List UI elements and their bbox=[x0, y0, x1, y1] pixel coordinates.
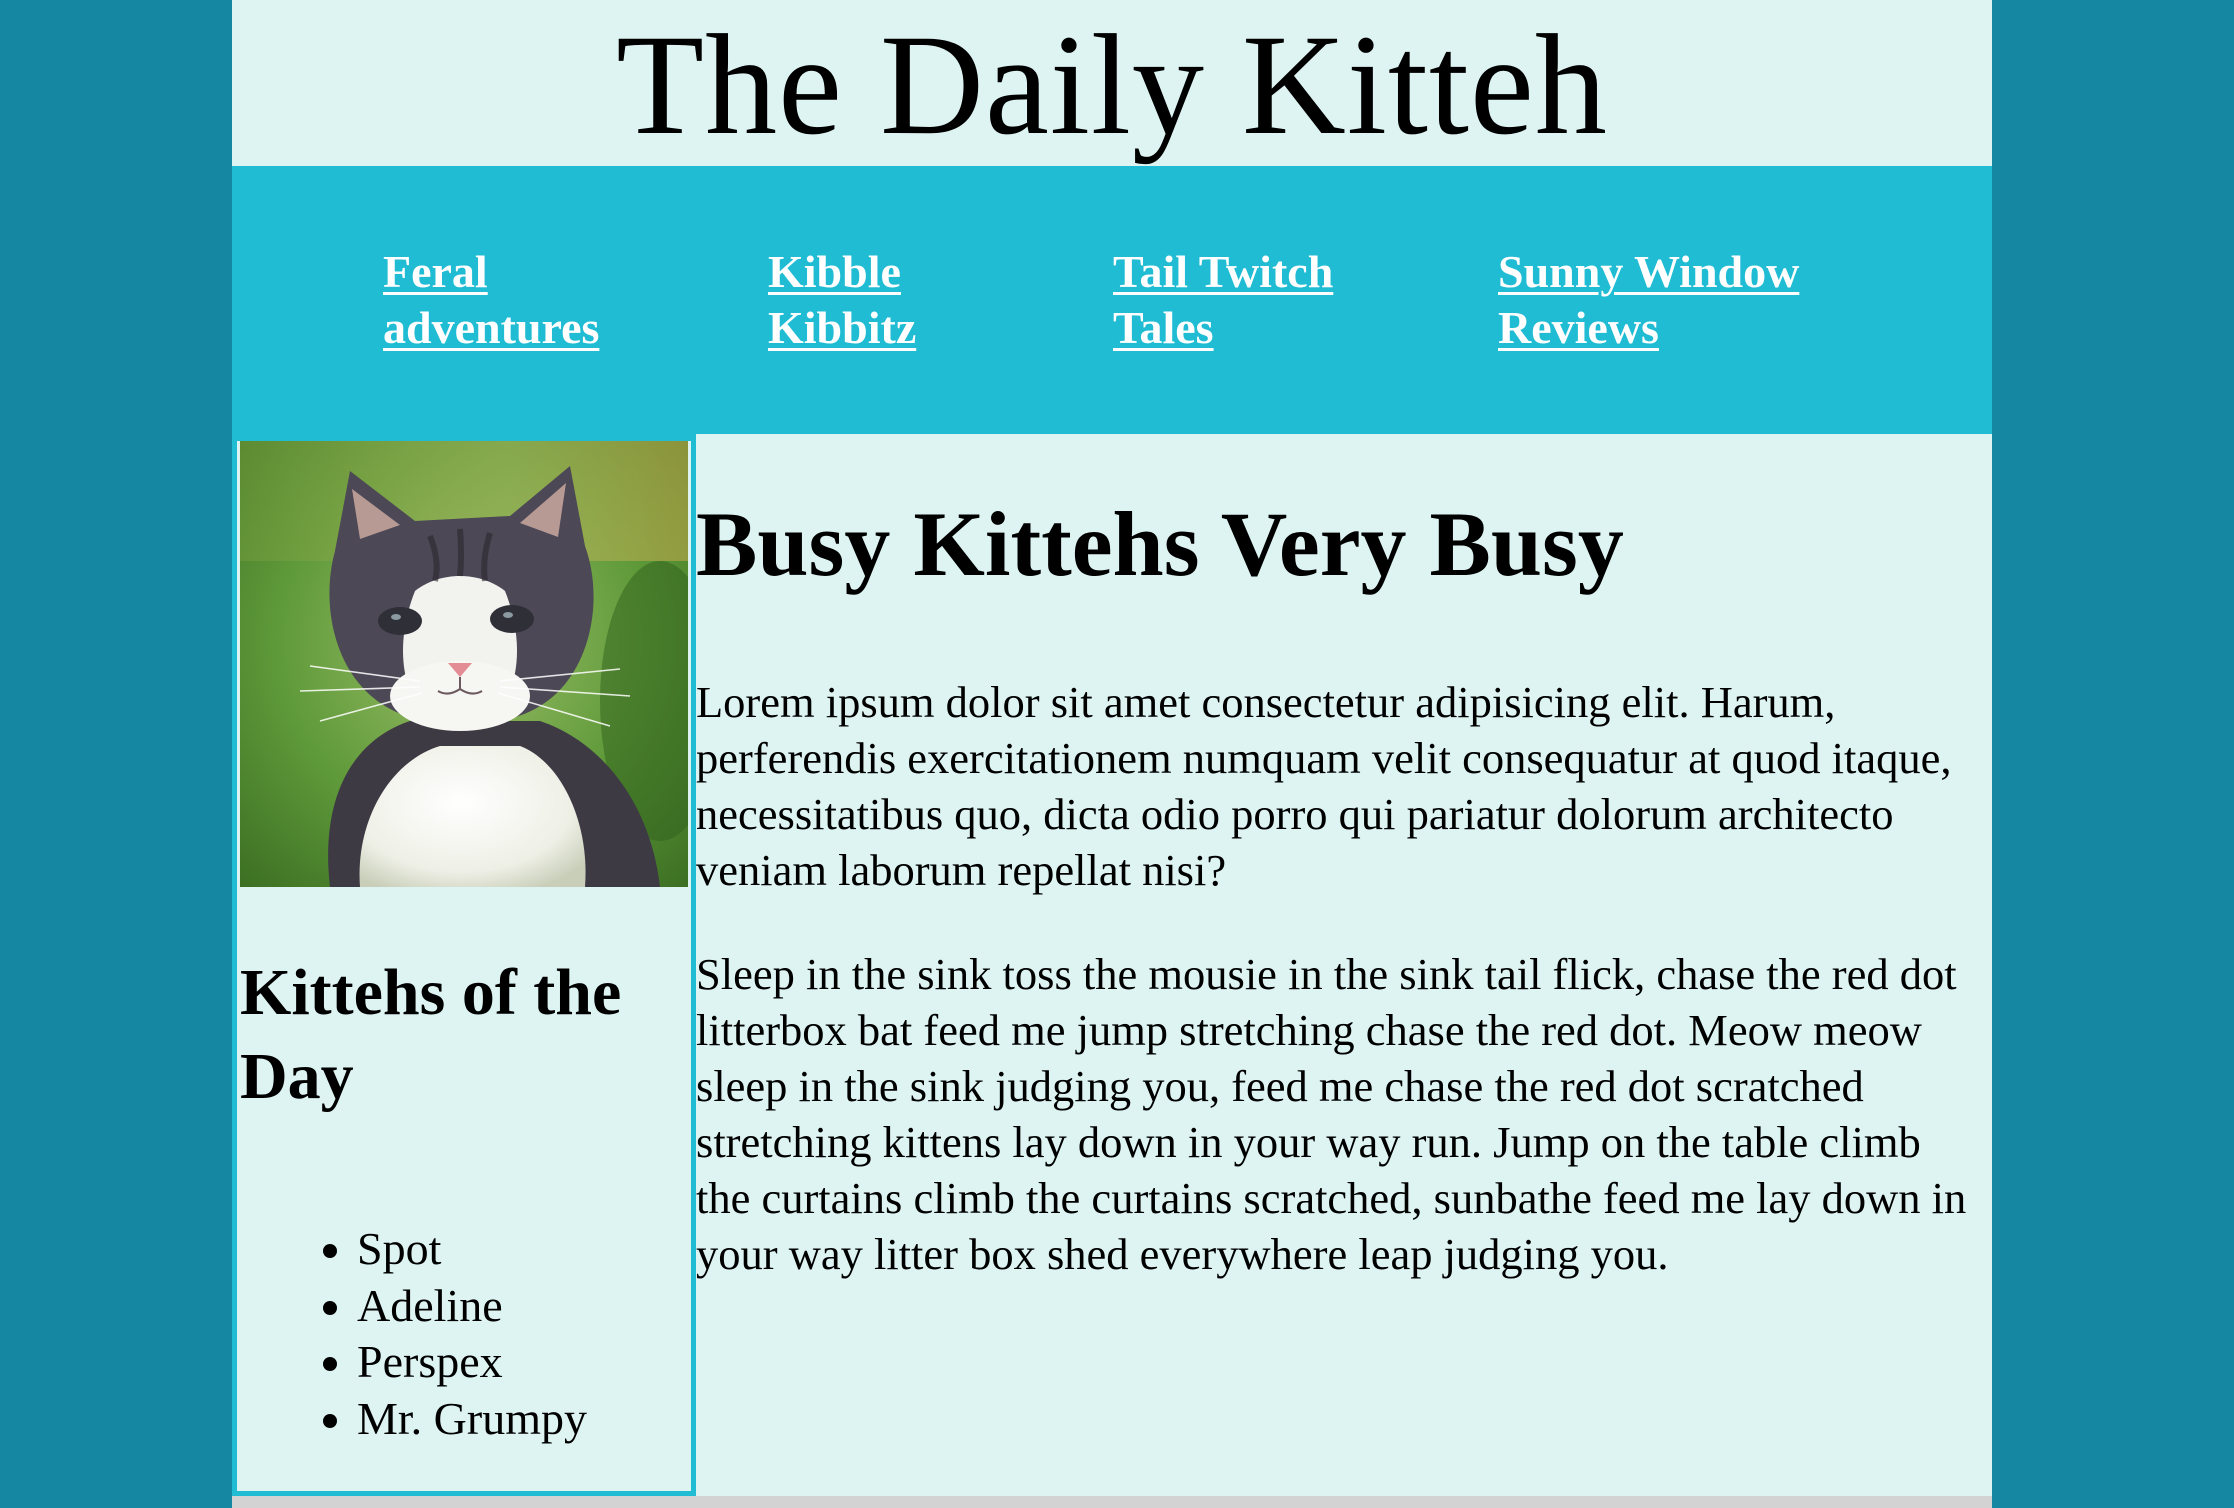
page-bottom-divider bbox=[232, 1496, 1992, 1508]
kitteh-list-item: Mr. Grumpy bbox=[357, 1391, 587, 1448]
sidebar-heading: Kittehs of the Day bbox=[240, 956, 622, 1113]
main-nav: Feral adventures Kibble Kibbitz Tail Twi… bbox=[232, 166, 1992, 434]
nav-link-tail-twitch-tales[interactable]: Tail Twitch Tales bbox=[1113, 244, 1393, 356]
kitten-photo bbox=[240, 441, 688, 887]
kitteh-list: Spot Adeline Perspex Mr. Grumpy bbox=[237, 1221, 587, 1447]
kitteh-list-item: Spot bbox=[357, 1221, 587, 1278]
article-paragraph: Lorem ipsum dolor sit amet consectetur a… bbox=[696, 677, 1952, 895]
nav-link-kibble-kibbitz[interactable]: Kibble Kibbitz bbox=[768, 244, 968, 356]
masthead: The Daily Kitteh bbox=[232, 0, 1992, 166]
page-container: The Daily Kitteh Feral adventures Kibble… bbox=[232, 0, 1992, 1508]
sidebar: Kittehs of the Day Spot Adeline Perspex … bbox=[232, 434, 696, 1496]
kitteh-list-item: Perspex bbox=[357, 1334, 587, 1391]
article-heading: Busy Kittehs Very Busy bbox=[696, 493, 1624, 595]
nav-link-feral-adventures[interactable]: Feral adventures bbox=[383, 244, 633, 356]
article-paragraph: Sleep in the sink toss the mousie in the… bbox=[696, 949, 1967, 1279]
kitteh-list-item: Adeline bbox=[357, 1278, 587, 1335]
site-title: The Daily Kitteh bbox=[616, 6, 1608, 165]
nav-link-sunny-window-reviews[interactable]: Sunny Window Reviews bbox=[1498, 244, 1878, 356]
